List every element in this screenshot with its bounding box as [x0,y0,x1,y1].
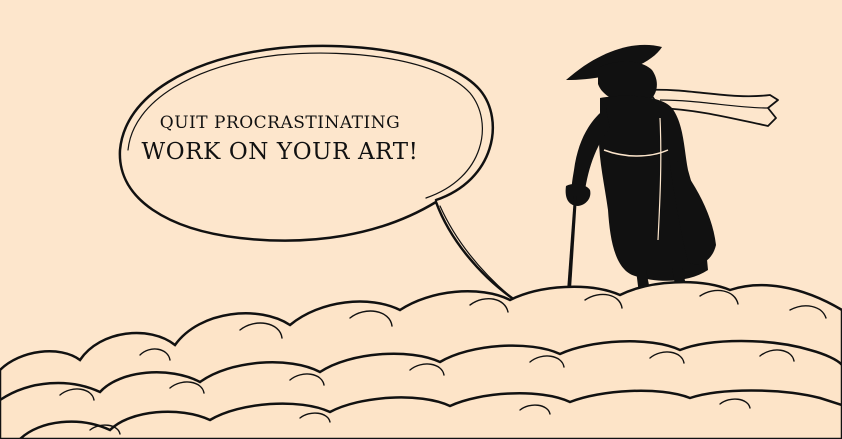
cloud-bank [0,280,842,439]
illustration-artwork [0,44,842,439]
bubble-text-line-2: WORK ON YOUR ART! [141,139,419,165]
old-man-silhouette [565,44,779,305]
illustration-scene: QUIT PROCRASTINATING WORK ON YOUR ART! [0,0,842,439]
bubble-text-line-1: QUIT PROCRASTINATING [159,113,401,133]
speech-bubble [118,44,514,300]
